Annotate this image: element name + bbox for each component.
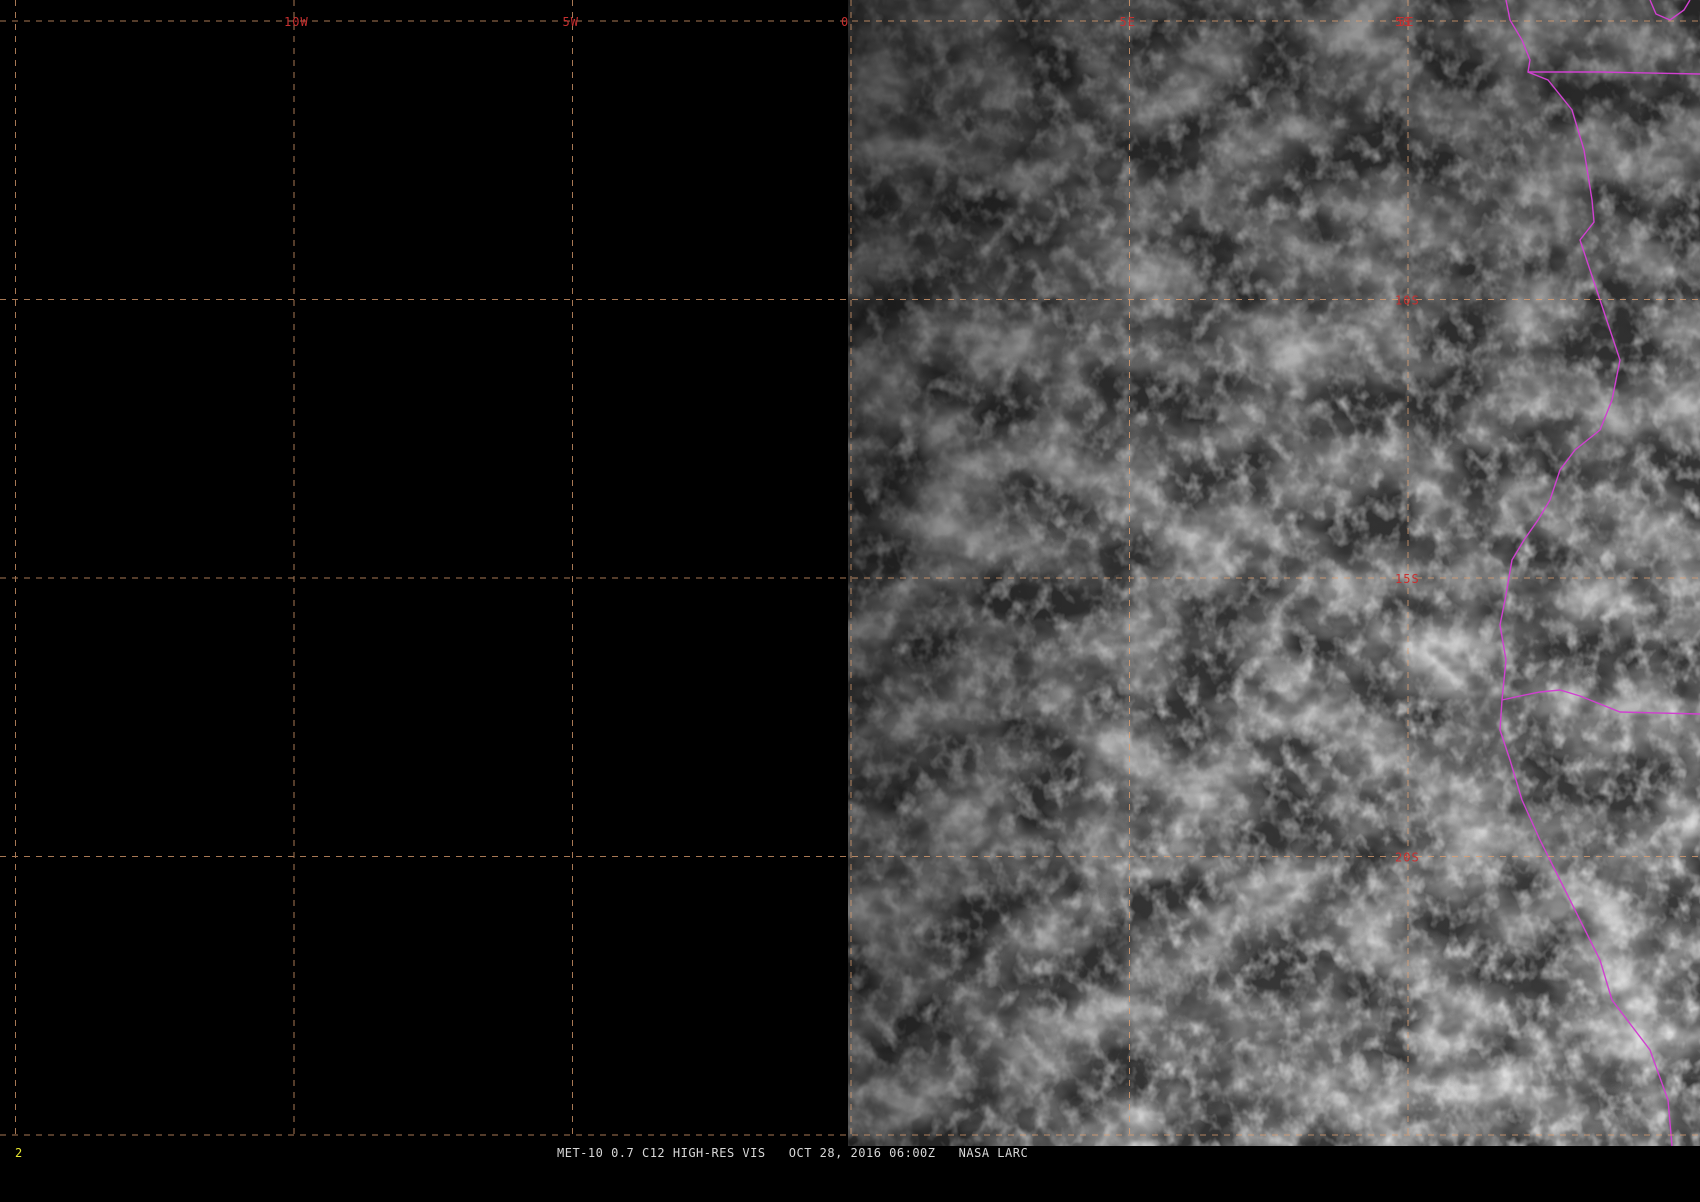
image-caption: MET-10 0.7 C12 HIGH-RES VIS OCT 28, 2016… [557, 1146, 1029, 1160]
satellite-image-viewer: 10W 5W 0 5E 5E 5S 10S 15S 20S 2 MET-10 0.7 C12 H… [0, 0, 1700, 1160]
satellite-map: 10W 5W 0 5E 5E5S10S15S20S [0, 0, 1700, 1147]
longitude-label: 5W [563, 15, 579, 29]
latitude-label: 15S [1395, 572, 1420, 586]
daylit-cloud-imagery [848, 0, 1700, 1146]
latitude-label: 10S [1395, 294, 1420, 308]
longitude-label: 5E [1120, 15, 1136, 29]
frame-number: 2 [15, 1146, 23, 1160]
longitude-label: 10W [284, 15, 309, 29]
longitude-label: 0 [841, 15, 849, 29]
latitude-label: 20S [1395, 851, 1420, 865]
status-bar: 2 MET-10 0.7 C12 HIGH-RES VIS OCT 28, 20… [0, 1146, 1700, 1160]
latitude-label: 5S [1395, 15, 1411, 29]
